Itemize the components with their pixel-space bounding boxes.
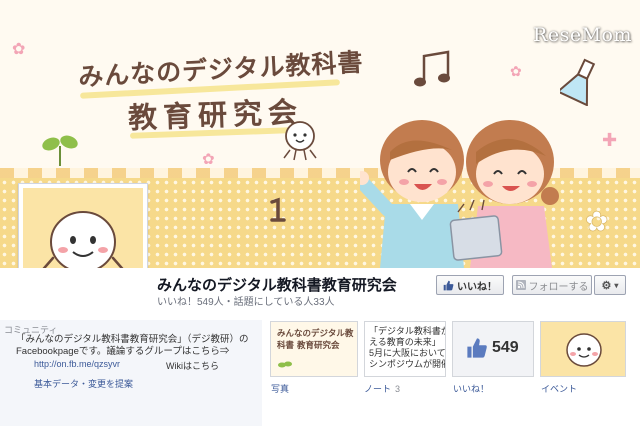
flower-icon: ✿ xyxy=(585,205,609,237)
svg-text:✿: ✿ xyxy=(202,150,215,168)
events-tile[interactable] xyxy=(540,321,626,377)
like-button[interactable]: いいね！ xyxy=(436,275,504,295)
notes-preview-line: 「デジタル教科書が xyxy=(369,326,446,336)
likes-tile-label[interactable]: いいね！ xyxy=(453,382,489,395)
notes-tile-preview: 「デジタル教科書が える教育の未来」 5月に大阪において シンポジウムが開催 xyxy=(369,326,446,370)
watermark-logo: ReseMom xyxy=(533,24,632,46)
page-stats: いいね！549人・話題にしている人33人 xyxy=(157,297,335,308)
music-note-icon xyxy=(414,50,450,87)
flask-icon xyxy=(560,58,596,106)
photos-label-text: 写真 xyxy=(271,384,290,394)
events-label-text: イベント xyxy=(541,384,578,394)
notes-tile[interactable]: 「デジタル教科書が える教育の未来」 5月に大阪において シンポジウムが開催 xyxy=(364,321,446,377)
mascot-avatar xyxy=(566,333,602,367)
children-illustration xyxy=(360,120,559,268)
sprout-icon xyxy=(278,361,292,368)
notes-preview-line: える教育の未来」 xyxy=(369,337,441,347)
group-link[interactable]: http://on.fb.me/qzsyvr xyxy=(34,359,120,369)
number-one-icon xyxy=(270,197,286,222)
notes-preview-line: シンポジウムが開催 xyxy=(369,359,446,369)
svg-text:✚: ✚ xyxy=(602,130,617,150)
likes-label-text: いいね！ xyxy=(453,384,490,394)
thumbs-up-icon xyxy=(467,338,487,358)
notes-tile-label[interactable]: ノート 3 xyxy=(364,382,400,395)
sprout-icon xyxy=(42,135,78,167)
page-description: 「みんなのデジタル教科書教育研究会」（デジ教研）のFacebookpageです。… xyxy=(16,334,249,357)
flower-icon: ✿ xyxy=(202,150,215,168)
page-title[interactable]: みんなのデジタル教科書教育研究会 xyxy=(157,274,397,295)
basic-info-link[interactable]: 基本データ・変更を提案 xyxy=(34,377,133,390)
svg-text:✿: ✿ xyxy=(510,64,522,80)
chevron-down-icon: ▾ xyxy=(614,280,619,290)
mascot-small xyxy=(283,121,317,161)
follow-button-label: フォローする xyxy=(528,281,589,293)
notes-count: 3 xyxy=(395,384,401,394)
flower-icon: ✿ xyxy=(510,64,522,80)
gear-icon: ⚙ xyxy=(601,279,612,292)
rss-icon xyxy=(515,280,526,290)
likes-count: 549 xyxy=(492,339,519,356)
flower-icon: ✿ xyxy=(12,39,25,58)
svg-text:✿: ✿ xyxy=(12,39,25,58)
settings-menu-button[interactable]: ⚙ ▾ xyxy=(594,275,626,295)
photos-tile-label[interactable]: 写真 xyxy=(271,382,289,395)
photos-tile-preview: みんなのデジタル教科書 教育研究会 xyxy=(277,329,354,351)
photos-tile[interactable]: みんなのデジタル教科書 教育研究会 xyxy=(270,321,358,377)
wiki-link[interactable]: Wikiはこちら xyxy=(166,359,219,372)
follow-button[interactable]: フォローする xyxy=(512,275,592,295)
thumbs-up-icon xyxy=(443,280,454,290)
like-button-label: いいね！ xyxy=(457,281,497,293)
notes-label-text: ノート xyxy=(364,384,392,394)
events-tile-label[interactable]: イベント xyxy=(541,382,577,395)
notes-preview-line: 5月に大阪において xyxy=(369,348,446,358)
sparkle-icon: ✚ xyxy=(602,130,617,150)
svg-text:✿: ✿ xyxy=(585,205,608,237)
